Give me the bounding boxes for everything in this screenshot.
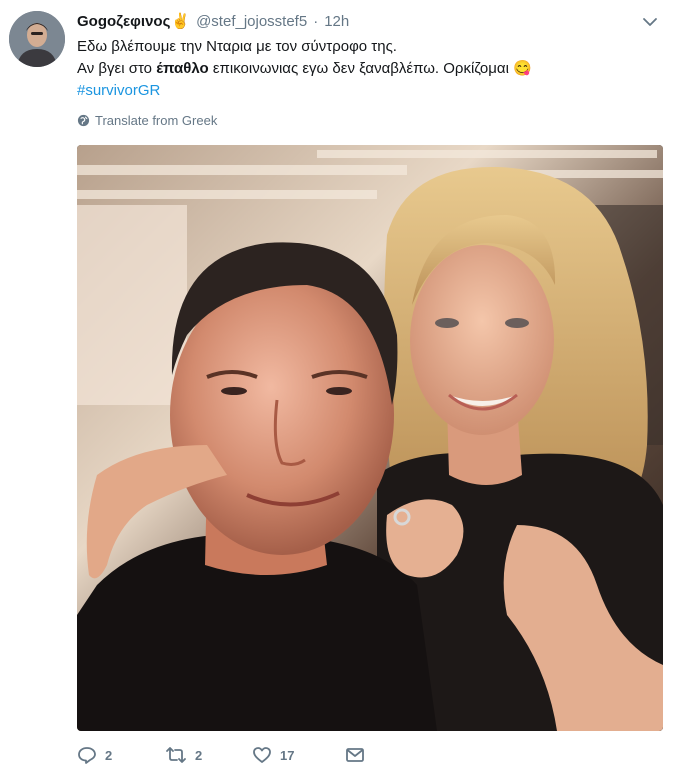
translate-link[interactable]: Translate from Greek	[77, 113, 217, 128]
envelope-icon	[346, 748, 364, 762]
like-button[interactable]: 17	[252, 745, 345, 765]
user-handle[interactable]: @stef_jojosstef5	[196, 13, 307, 30]
separator-dot: ·	[313, 12, 319, 30]
reply-icon	[78, 747, 96, 764]
direct-message-button[interactable]	[345, 745, 365, 765]
reply-button[interactable]: 2	[77, 745, 165, 765]
avatar[interactable]	[9, 11, 65, 67]
selfie-photo	[77, 145, 663, 731]
avatar-image	[9, 11, 65, 67]
tweet-card[interactable]: Gogoζεφινος ✌ @stef_jojosstef5 · 12h Εδω…	[0, 0, 674, 768]
display-name[interactable]: Gogoζεφινος	[77, 13, 170, 30]
tweet-header: Gogoζεφινος ✌ @stef_jojosstef5 · 12h	[77, 10, 349, 32]
tweet-text: Εδω βλέπουμε την Νταρια με τον σύντροφο …	[77, 36, 647, 102]
tweet-text-part: επικοινωνιας εγω δεν ξαναβλέπω. Ορκίζομα…	[208, 60, 514, 77]
retweet-button[interactable]: 2	[165, 745, 252, 765]
like-count: 17	[280, 747, 295, 763]
globe-icon	[77, 114, 90, 127]
tweet-text-line-2: Αν βγει στο έπαθλο επικοινωνιας εγω δεν …	[77, 58, 647, 80]
hashtag-link[interactable]: #survivorGR	[77, 80, 647, 102]
reply-count: 2	[105, 747, 113, 763]
chevron-down-icon[interactable]	[642, 14, 658, 30]
retweet-count: 2	[195, 747, 203, 763]
retweet-icon	[166, 747, 186, 763]
tweet-photo[interactable]	[77, 145, 663, 731]
translate-label[interactable]: Translate from Greek	[95, 113, 217, 128]
tweet-timestamp[interactable]: 12h	[324, 13, 349, 30]
tweet-actions: 2 2 17	[77, 745, 365, 765]
tweet-text-part: Αν βγει στο	[77, 60, 157, 77]
tweet-text-bold: έπαθλο	[156, 60, 209, 77]
face-savoring-food-emoji: 😋	[513, 60, 532, 77]
heart-icon	[253, 747, 271, 763]
tweet-text-line-1: Εδω βλέπουμε την Νταρια με τον σύντροφο …	[77, 38, 397, 55]
victory-hand-icon: ✌	[171, 13, 191, 30]
